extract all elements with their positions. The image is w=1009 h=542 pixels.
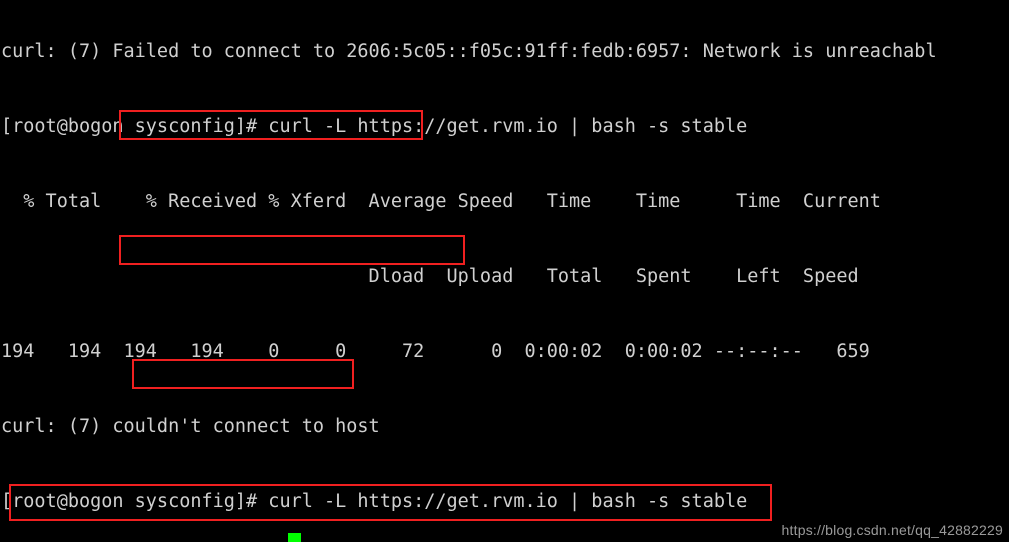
terminal-line-error: curl: (7) couldn't connect to host	[1, 416, 380, 437]
terminal-line: curl: (7) Failed to connect to 2606:5c05…	[1, 41, 937, 62]
terminal-output: curl: (7) Failed to connect to 2606:5c05…	[0, 0, 1009, 542]
terminal-line: 194 194 194 194 0 0 72 0 0:00:02 0:00:02…	[1, 341, 870, 362]
terminal-line-prompt: [root@bogon sysconfig]# curl -L https://…	[1, 116, 748, 137]
terminal-cursor	[288, 533, 301, 542]
terminal-line: % Total % Received % Xferd Average Speed…	[1, 191, 881, 212]
watermark: https://blog.csdn.net/qq_42882229	[781, 522, 1003, 538]
terminal-window[interactable]: curl: (7) Failed to connect to 2606:5c05…	[0, 0, 1009, 542]
terminal-line-prompt: [root@bogon sysconfig]# curl -L https://…	[1, 491, 748, 512]
terminal-line: Dload Upload Total Spent Left Speed	[1, 266, 859, 287]
